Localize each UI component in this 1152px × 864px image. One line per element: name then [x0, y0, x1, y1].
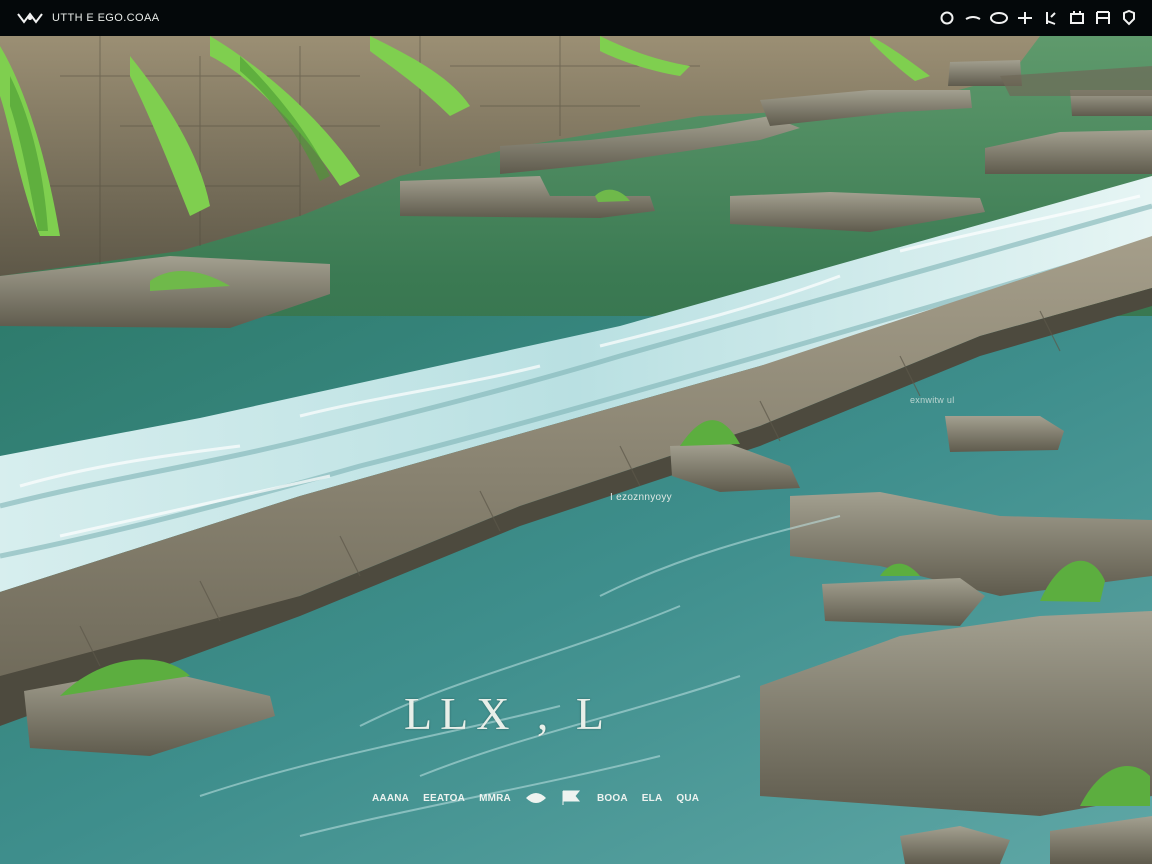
ellipse-icon[interactable]: [988, 7, 1010, 29]
overlay-title: LLX , L: [404, 688, 613, 739]
circle-icon[interactable]: [936, 7, 958, 29]
nav-item-3[interactable]: MMRA: [479, 793, 511, 804]
plus-cross-icon[interactable]: [1014, 7, 1036, 29]
nav-item-4[interactable]: BOOA: [597, 793, 628, 804]
top-bar: UTTH E EGO.COAA: [0, 0, 1152, 36]
brand[interactable]: UTTH E EGO.COAA: [16, 10, 159, 26]
grid-icon[interactable]: [1092, 7, 1114, 29]
toolbar-icons: [932, 0, 1140, 36]
eye-icon[interactable]: [525, 790, 547, 806]
box-icon[interactable]: [1066, 7, 1088, 29]
shield-icon[interactable]: [1118, 7, 1140, 29]
logo-icon: [17, 12, 43, 24]
nav-item-1[interactable]: AAANA: [372, 793, 409, 804]
app-title: UTTH E EGO.COAA: [52, 12, 160, 24]
nav-item-5[interactable]: ELA: [642, 793, 663, 804]
nav-item-2[interactable]: EEATOA: [423, 793, 465, 804]
bottom-nav: AAANA EEATOA MMRA BOOA ELA QUA: [372, 786, 699, 810]
minus-icon[interactable]: [962, 7, 984, 29]
flag-icon[interactable]: [1040, 7, 1062, 29]
overlay-caption: I ezoznnyoyy: [610, 492, 672, 503]
nav-item-6[interactable]: QUA: [676, 793, 699, 804]
flag-icon[interactable]: [561, 790, 583, 806]
overlay-note: exnwitw ul: [910, 395, 955, 405]
